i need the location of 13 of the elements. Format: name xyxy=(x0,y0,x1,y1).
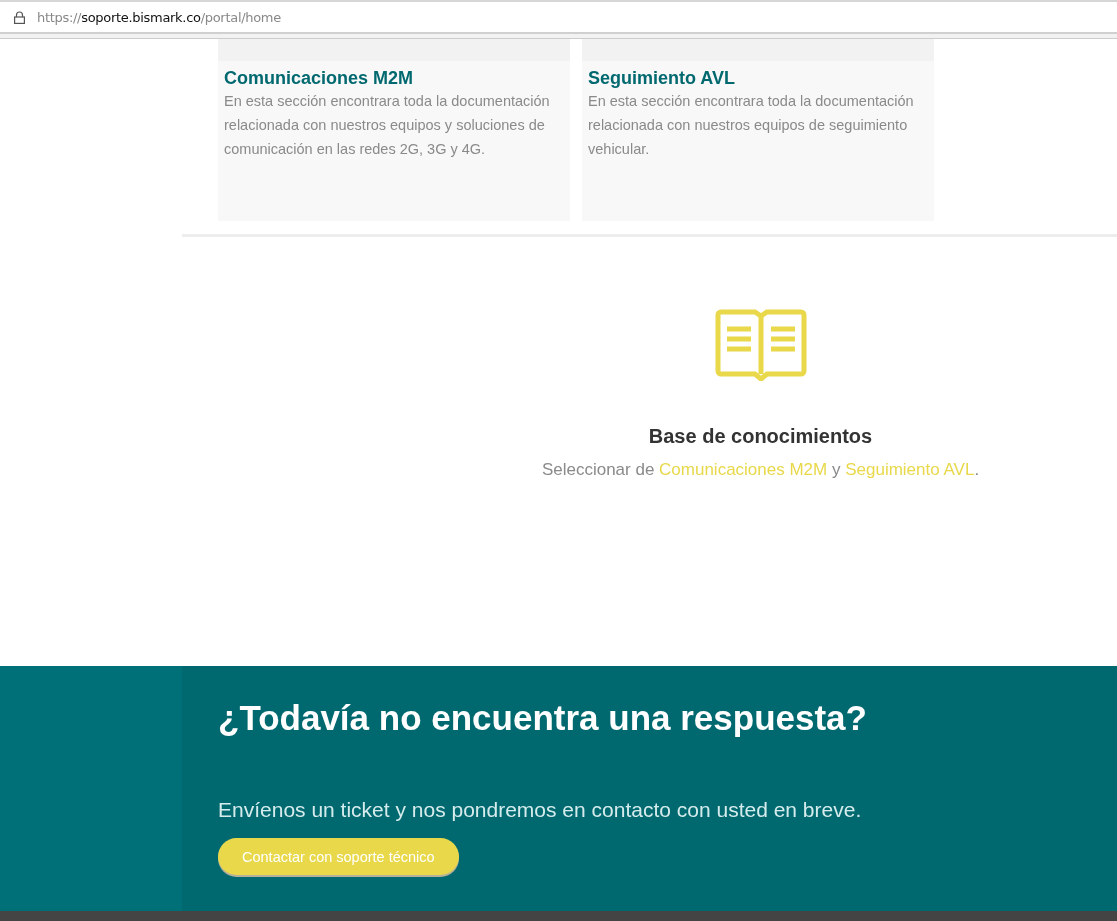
contact-text: Envíenos un ticket y nos pondremos en contacto con usted en breve. xyxy=(218,798,862,822)
contact-title: ¿Todavía no encuentra una respuesta? xyxy=(218,698,867,738)
category-description: En esta sección encontrara toda la documentación relacionada con nuestros equipos y soluciones de comunicación en las redes 2G, 3G y 4G. xyxy=(223,92,551,159)
category-title: Comunicaciones M2M xyxy=(223,67,415,89)
category-description: En esta sección encontrara toda la documentación relacionada con nuestros equipos de seguimiento vehicular. xyxy=(587,92,915,159)
category-card[interactable]: Seguimiento AVL En esta sección encontrara toda la documentación relacionada con nuestros equipos de seguimiento vehicular. xyxy=(582,39,934,221)
lock-icon xyxy=(14,10,25,24)
section-subtitle: Seleccionar de Comunicaciones M2M y Seguimiento AVL. xyxy=(541,460,980,480)
open-book-icon xyxy=(714,309,807,381)
section-title: Base de conocimientos xyxy=(648,425,873,448)
url-text[interactable]: https://soporte.bismark.co/portal/home xyxy=(37,9,281,25)
category-card[interactable]: Comunicaciones M2M En esta sección encontrara toda la documentación relacionada con nuestros equipos y soluciones de comunicación en las redes 2G, 3G y 4G. xyxy=(218,39,570,221)
category-title: Seguimiento AVL xyxy=(587,67,736,89)
